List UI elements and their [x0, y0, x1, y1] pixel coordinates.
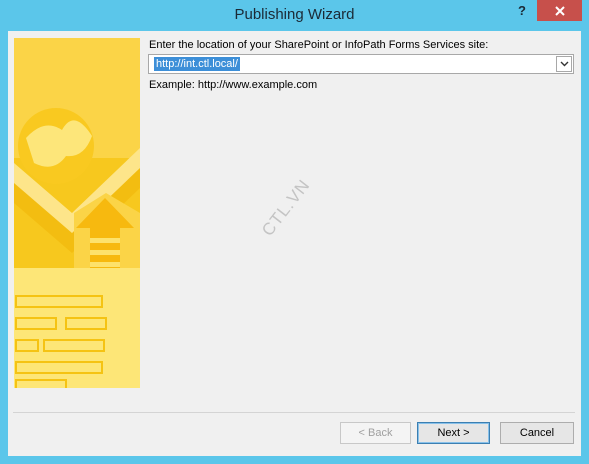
wizard-body: Enter the location of your SharePoint or…: [8, 31, 581, 456]
window-title: Publishing Wizard: [234, 6, 355, 23]
wizard-window: Publishing Wizard ? Enter the location o…: [0, 0, 589, 464]
site-location-combobox[interactable]: http://int.ctl.local/: [148, 54, 574, 74]
chevron-down-icon: [560, 61, 568, 67]
back-button[interactable]: < Back: [340, 422, 411, 444]
example-hint: Example: http://www.example.com: [149, 79, 318, 91]
close-button[interactable]: [537, 0, 582, 21]
next-button[interactable]: Next >: [417, 422, 490, 444]
site-location-value[interactable]: http://int.ctl.local/: [154, 57, 240, 71]
help-icon: ?: [518, 3, 526, 18]
help-button[interactable]: ?: [508, 0, 536, 21]
footer-divider: [13, 412, 575, 413]
publishing-art: [14, 38, 140, 388]
wizard-illustration: [14, 38, 140, 388]
title-bar[interactable]: Publishing Wizard ?: [0, 0, 589, 30]
cancel-button[interactable]: Cancel: [500, 422, 574, 444]
location-prompt-label: Enter the location of your SharePoint or…: [149, 39, 489, 51]
dropdown-button[interactable]: [556, 56, 572, 72]
close-icon: [554, 5, 565, 16]
watermark: CTL.VN: [258, 175, 314, 240]
